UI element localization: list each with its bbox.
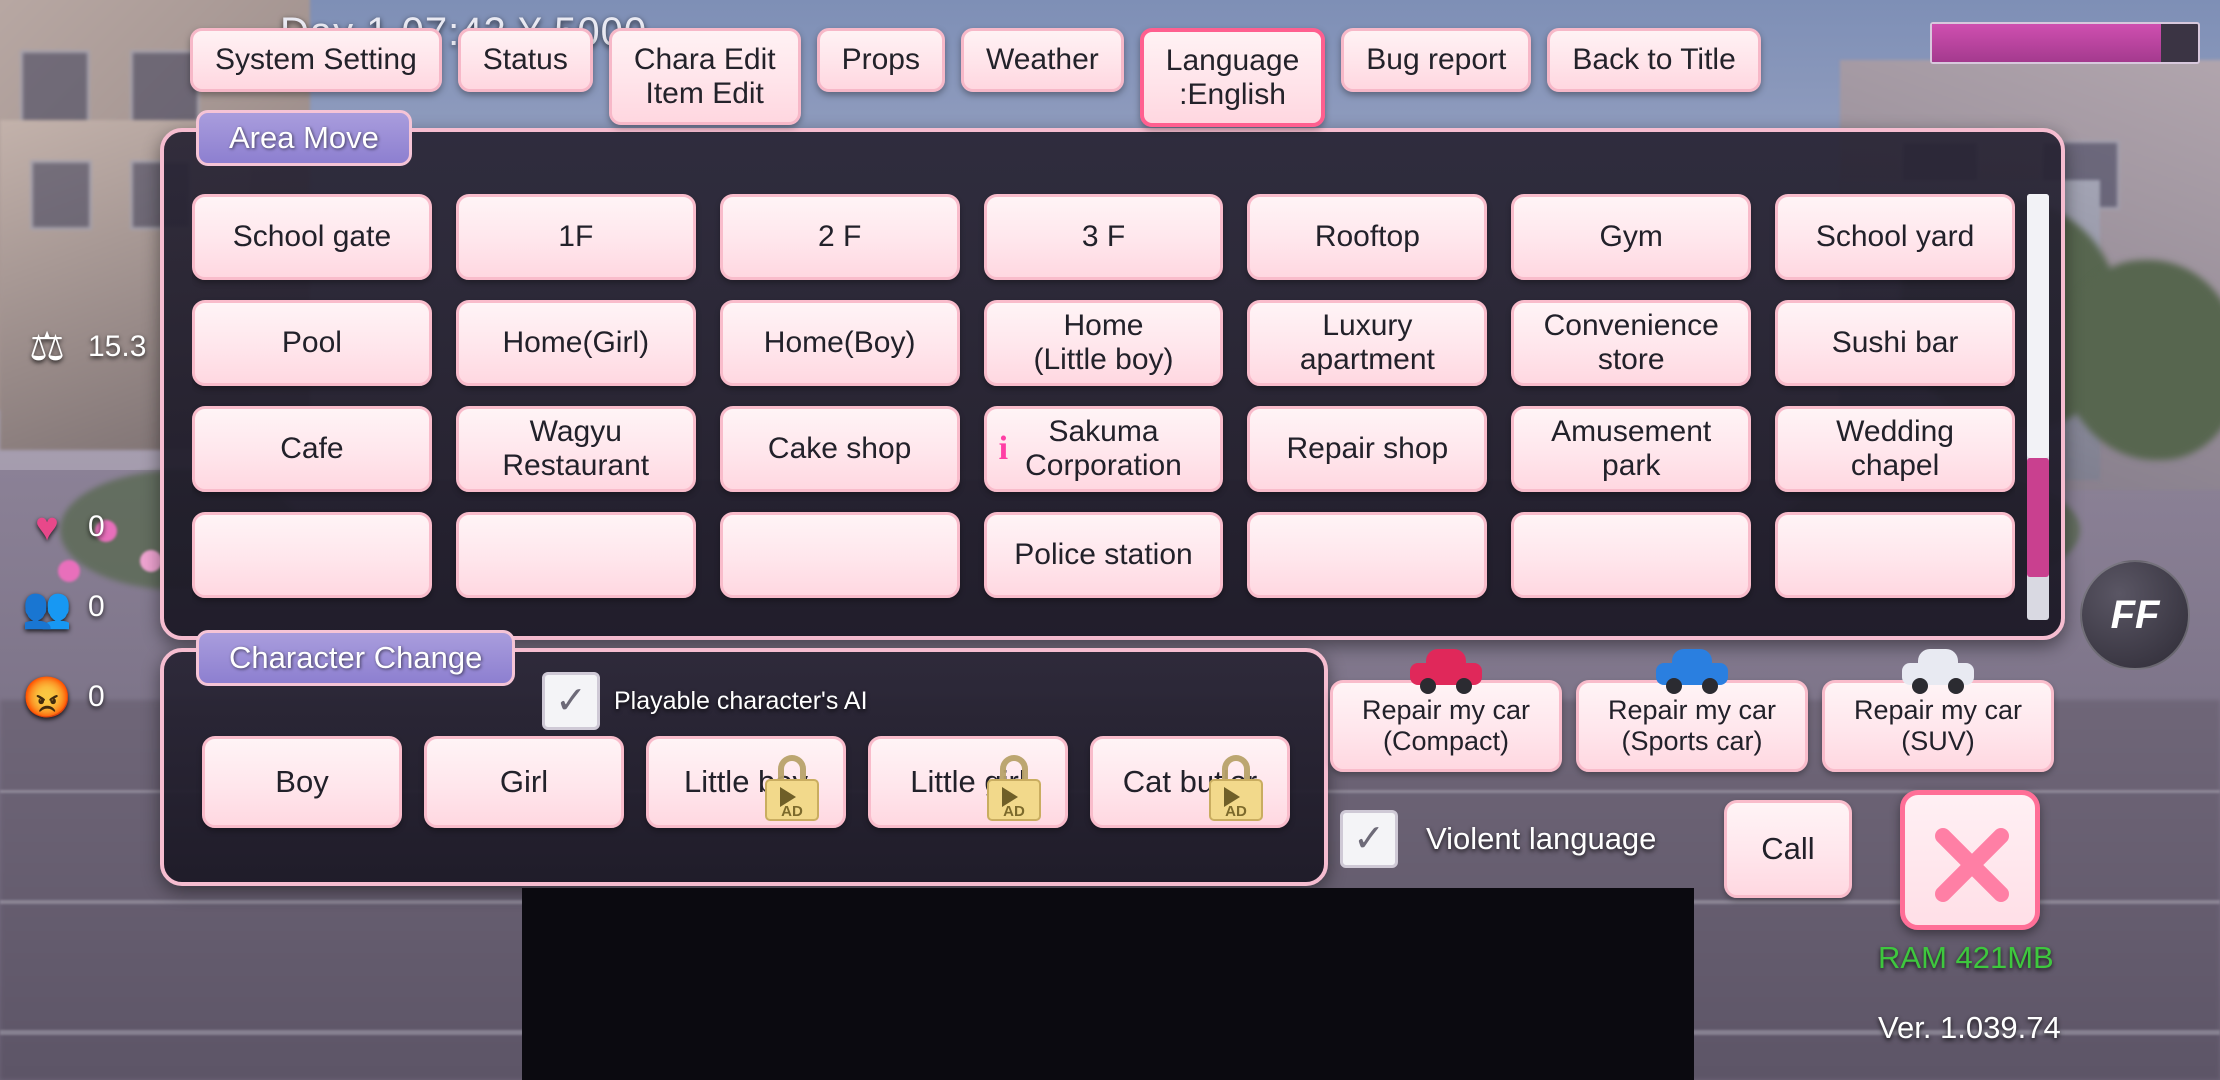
hud-stat-value: 0 — [88, 680, 105, 713]
character-button-little-girl[interactable]: Little girl AD — [868, 736, 1068, 828]
angry-face-icon: 😡 — [22, 675, 72, 720]
ad-lock-icon: AD — [1207, 755, 1265, 821]
area-button-sushi-bar[interactable]: Sushi bar — [1775, 300, 2015, 386]
ram-usage-label: RAM 421MB — [1878, 940, 2054, 975]
area-button-row4-7[interactable] — [1775, 512, 2015, 598]
menu-item-system-setting[interactable]: System Setting — [190, 28, 442, 92]
area-button-police-station[interactable]: Police station — [983, 512, 1224, 598]
character-buttons: Boy Girl Little boy AD Little girl AD Ca… — [202, 736, 1290, 828]
menu-item-chara-edit[interactable]: Chara Edit Item Edit — [608, 28, 801, 126]
area-move-scroll-region[interactable]: School gate 1F 2 F 3 F Rooftop Gym Schoo… — [192, 194, 2015, 620]
area-button-sakuma-corporation[interactable]: i Sakuma Corporation — [983, 406, 1224, 492]
close-icon[interactable] — [1900, 790, 2040, 930]
area-button-3f[interactable]: 3 F — [983, 194, 1224, 280]
area-button-row4-3[interactable] — [719, 512, 960, 598]
hud-stat-weight: ⚖ 15.3 — [20, 320, 146, 374]
version-label: Ver. 1.039.74 — [1878, 1010, 2061, 1045]
hud-stat-anger: 😡 0 — [20, 670, 105, 724]
compact-car-icon — [1410, 649, 1482, 694]
repair-car-compact-button[interactable]: Repair my car (Compact) — [1330, 649, 1562, 772]
violent-language-label: Violent language — [1426, 821, 1657, 856]
ad-lock-label: AD — [1003, 803, 1025, 820]
area-button-wedding-chapel[interactable]: Wedding chapel — [1775, 406, 2015, 492]
ad-lock-label: AD — [1225, 803, 1247, 820]
area-button-row4-2[interactable] — [455, 512, 696, 598]
area-button-pool[interactable]: Pool — [192, 300, 432, 386]
area-button-2f[interactable]: 2 F — [719, 194, 960, 280]
area-button-1f[interactable]: 1F — [455, 194, 696, 280]
menu-item-weather[interactable]: Weather — [960, 28, 1124, 92]
character-change-panel: Character Change ✓ Playable character's … — [160, 630, 1328, 886]
area-button-row4-5[interactable] — [1247, 512, 1488, 598]
menu-item-status[interactable]: Status — [457, 28, 593, 92]
area-button-rooftop[interactable]: Rooftop — [1247, 194, 1488, 280]
area-button-school-yard[interactable]: School yard — [1775, 194, 2015, 280]
call-button[interactable]: Call — [1724, 800, 1852, 898]
area-button-convenience-store[interactable]: Convenience store — [1511, 300, 1752, 386]
violent-language-row[interactable]: ✓ Violent language — [1340, 810, 1656, 868]
area-button-home-little-boy[interactable]: Home (Little boy) — [983, 300, 1224, 386]
area-button-label: Sakuma Corporation — [1025, 415, 1182, 482]
area-button-home-boy[interactable]: Home(Boy) — [719, 300, 960, 386]
menu-item-bug-report[interactable]: Bug report — [1341, 28, 1532, 92]
area-button-gym[interactable]: Gym — [1511, 194, 1752, 280]
area-button-amusement-park[interactable]: Amusement park — [1511, 406, 1752, 492]
character-change-title: Character Change — [196, 630, 516, 686]
heart-icon: ♥ — [35, 504, 59, 549]
area-button-repair-shop[interactable]: Repair shop — [1247, 406, 1488, 492]
menu-item-back-to-title[interactable]: Back to Title — [1547, 28, 1761, 92]
car-button-label: Repair my car (Compact) — [1361, 694, 1531, 756]
ad-lock-icon: AD — [763, 755, 821, 821]
area-button-school-gate[interactable]: School gate — [192, 194, 432, 280]
area-button-cafe[interactable]: Cafe — [192, 406, 432, 492]
area-button-home-girl[interactable]: Home(Girl) — [455, 300, 696, 386]
hud-stat-value: 0 — [88, 510, 105, 543]
character-button-boy[interactable]: Boy — [202, 736, 402, 828]
area-button-wagyu-restaurant[interactable]: Wagyu Restaurant — [455, 406, 696, 492]
area-scrollbar[interactable] — [2027, 194, 2049, 620]
playable-ai-label: Playable character's AI — [614, 686, 868, 715]
area-move-grid: School gate 1F 2 F 3 F Rooftop Gym Schoo… — [192, 194, 2015, 598]
fast-forward-button[interactable]: FF — [2080, 560, 2190, 670]
flower — [140, 550, 162, 572]
violent-language-checkbox[interactable]: ✓ — [1340, 810, 1398, 868]
flower — [58, 560, 80, 582]
people-icon: 👥 — [22, 585, 72, 630]
car-button-label: Repair my car (Sports car) — [1607, 694, 1777, 756]
repair-car-suv-button[interactable]: Repair my car (SUV) — [1822, 649, 2054, 772]
hud-stat-value: 0 — [88, 590, 105, 623]
car-button-label: Repair my car (SUV) — [1853, 694, 2023, 756]
ad-lock-icon: AD — [985, 755, 1043, 821]
sports-car-icon — [1656, 649, 1728, 694]
area-button-cake-shop[interactable]: Cake shop — [719, 406, 960, 492]
character-button-cat-butler[interactable]: Cat butler AD — [1090, 736, 1290, 828]
hud-stat-value: 15.3 — [88, 330, 147, 363]
weight-icon: ⚖ — [29, 325, 65, 369]
playable-ai-row[interactable]: ✓ Playable character's AI — [542, 672, 868, 730]
character-button-little-boy[interactable]: Little boy AD — [646, 736, 846, 828]
repair-car-sports-button[interactable]: Repair my car (Sports car) — [1576, 649, 1808, 772]
top-menu-bar: System Setting Status Chara Edit Item Ed… — [190, 28, 1761, 128]
hud-stat-love: ♥ 0 — [20, 500, 105, 554]
area-button-luxury-apartment[interactable]: Luxury apartment — [1247, 300, 1488, 386]
info-icon: i — [998, 429, 1009, 467]
repair-car-buttons: Repair my car (Compact) Repair my car (S… — [1330, 649, 2054, 772]
playable-ai-checkbox[interactable]: ✓ — [542, 672, 600, 730]
ad-lock-label: AD — [781, 803, 803, 820]
bottom-ad-placeholder — [522, 888, 1694, 1080]
hud-stat-friends: 👥 0 — [20, 580, 105, 634]
area-button-row4-1[interactable] — [192, 512, 432, 598]
menu-item-language[interactable]: Language :English — [1139, 28, 1326, 128]
character-button-girl[interactable]: Girl — [424, 736, 624, 828]
progress-bar — [1930, 22, 2200, 64]
suv-car-icon — [1902, 649, 1974, 694]
menu-item-props[interactable]: Props — [816, 28, 945, 92]
area-move-panel: Area Move School gate 1F 2 F 3 F Rooftop… — [160, 110, 2065, 640]
area-button-row4-6[interactable] — [1511, 512, 1752, 598]
